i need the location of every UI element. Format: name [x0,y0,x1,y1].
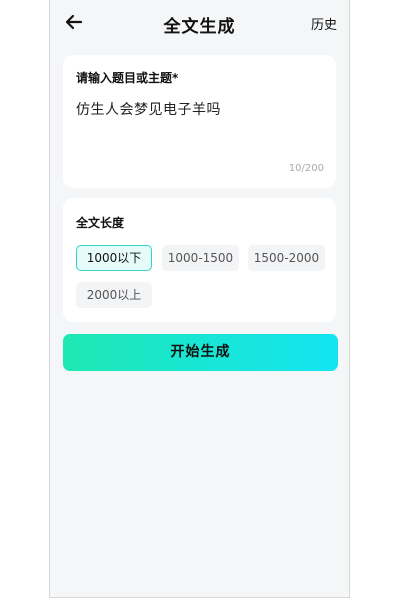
length-option-1000-1500[interactable]: 1000-1500 [162,245,239,271]
topic-label: 请输入题目或主题* [76,71,179,85]
topic-card: 请输入题目或主题* 仿生人会梦见电子羊吗 10/200 [63,55,336,188]
length-option-under-1000[interactable]: 1000以下 [76,245,152,271]
page-title: 全文生成 [163,17,236,37]
length-option-over-2000[interactable]: 2000以上 [76,282,152,308]
character-counter: 10/200 [288,163,324,174]
history-button[interactable]: 历史 [311,14,337,33]
topic-input[interactable]: 仿生人会梦见电子羊吗 [76,99,323,159]
length-label: 全文长度 [76,216,125,230]
app-screen: 全文生成 历史 请输入题目或主题* 仿生人会梦见电子羊吗 10/200 全文长度… [49,0,350,598]
length-card: 全文长度 1000以下 1000-1500 1500-2000 2000以上 [63,198,336,322]
top-bar: 全文生成 历史 [50,0,349,48]
length-option-1500-2000[interactable]: 1500-2000 [248,245,325,271]
start-generate-button[interactable]: 开始生成 [63,334,338,371]
